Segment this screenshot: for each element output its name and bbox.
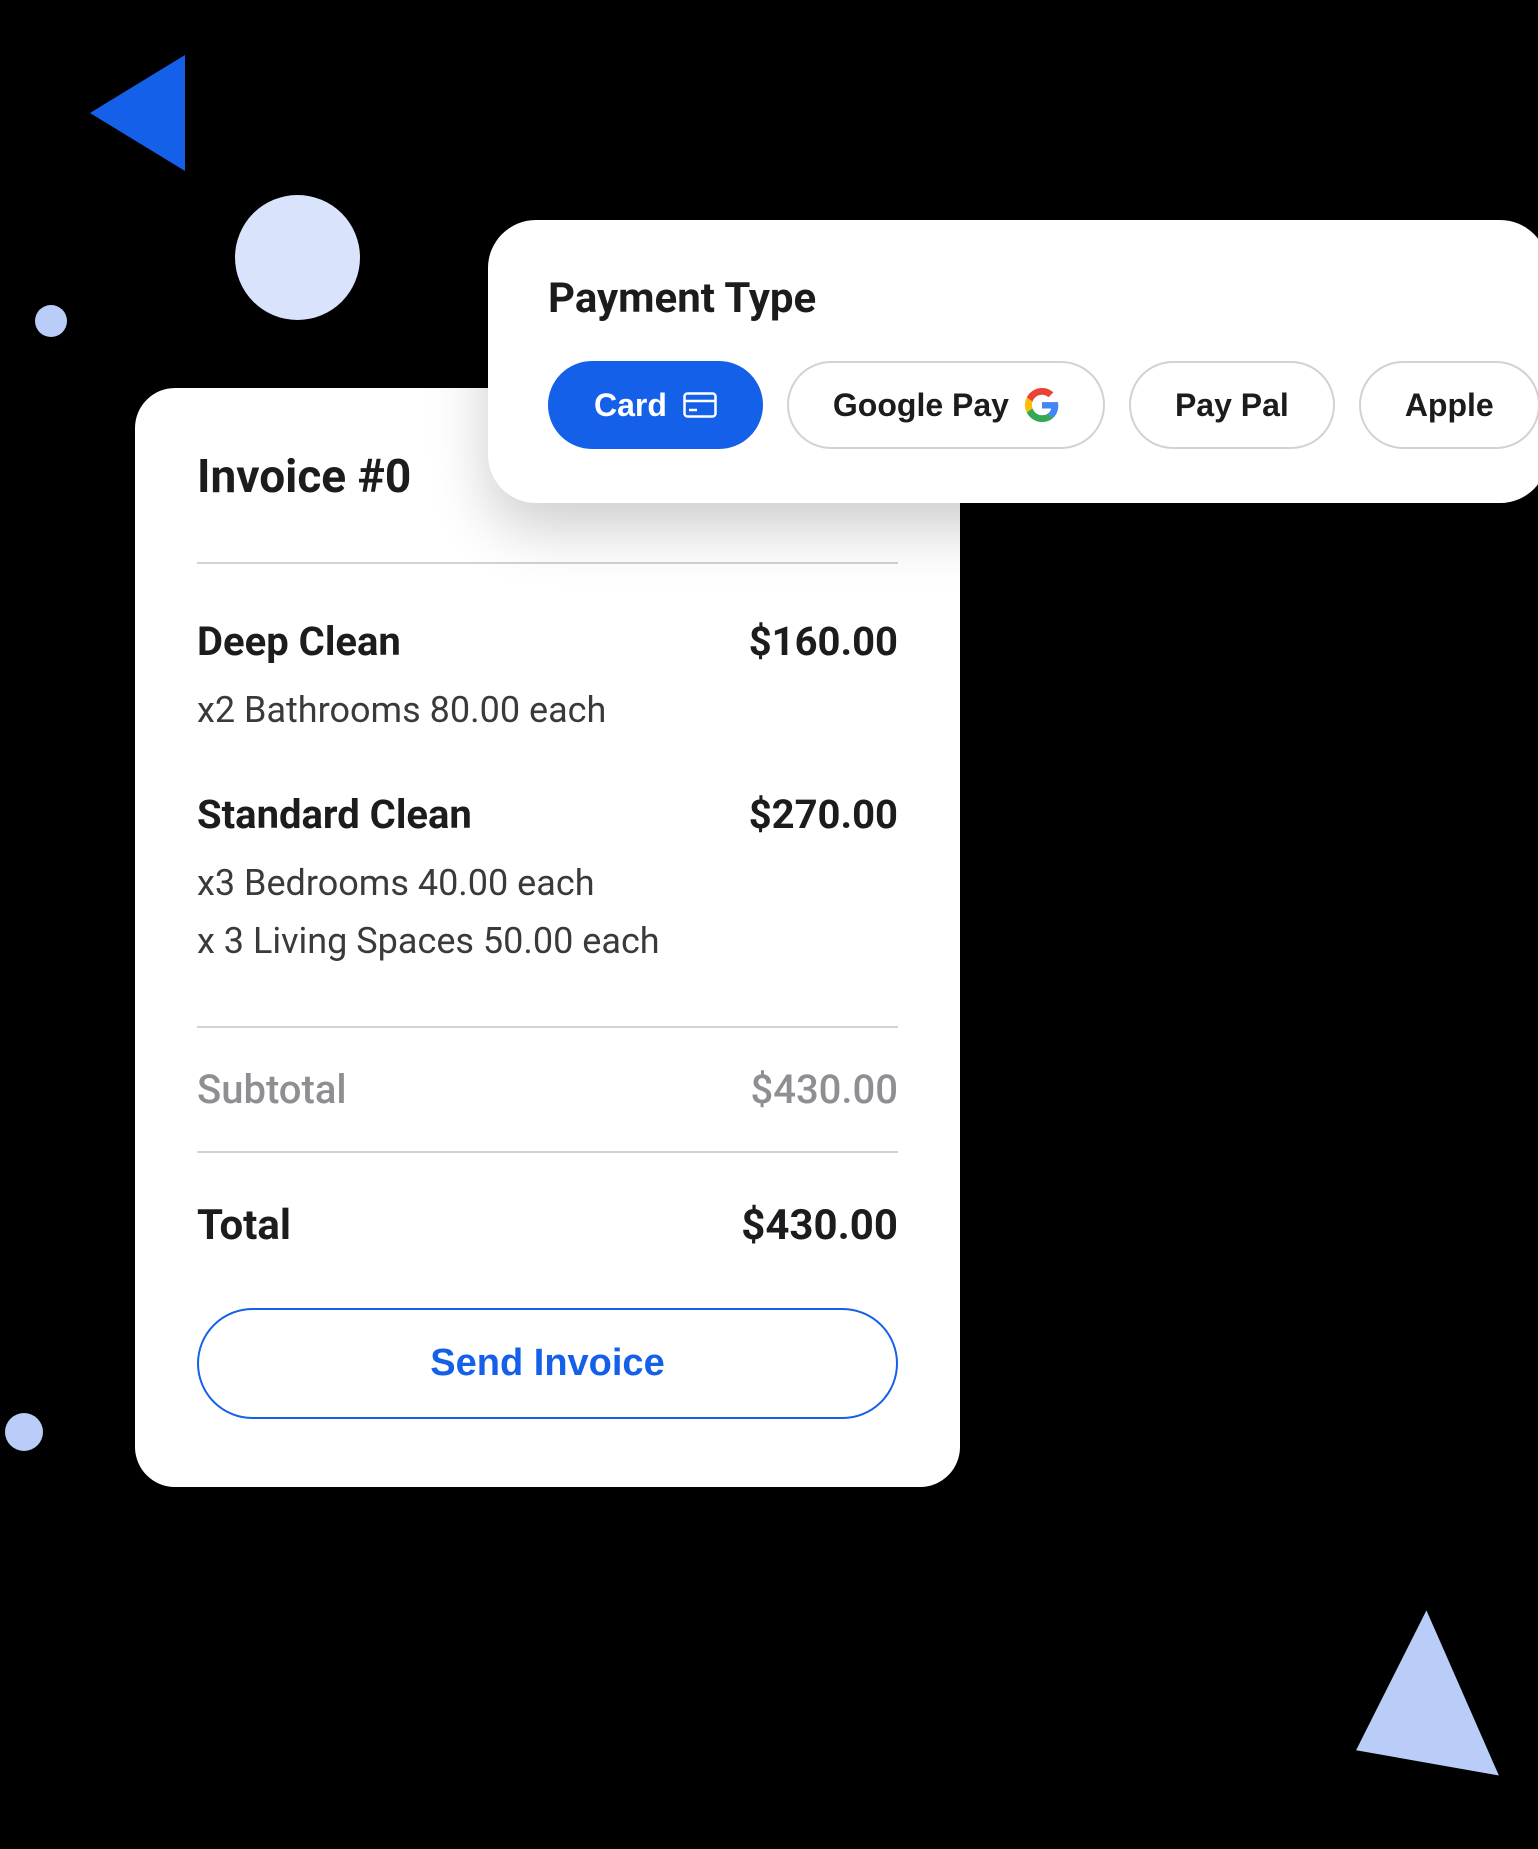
total-row: Total $430.00: [197, 1153, 898, 1308]
payment-option-paypal[interactable]: Pay Pal: [1129, 361, 1335, 449]
payment-option-label: Apple: [1405, 387, 1494, 424]
payment-option-label: Pay Pal: [1175, 387, 1289, 424]
decorative-triangle-top: [90, 55, 185, 171]
line-item-name: Deep Clean: [197, 618, 401, 665]
invoice-card: Invoice #0 Deep Clean $160.00 x2 Bathroo…: [135, 388, 960, 1487]
line-item-header: Deep Clean $160.00: [197, 618, 898, 665]
payment-options: Card Google Pay P: [548, 361, 1538, 449]
send-invoice-button[interactable]: Send Invoice: [197, 1308, 898, 1419]
credit-card-icon: [683, 392, 717, 418]
payment-option-apple[interactable]: Apple: [1359, 361, 1538, 449]
line-item-price: $160.00: [749, 618, 898, 665]
line-item-detail: x 3 Living Spaces 50.00 each: [197, 914, 898, 968]
subtotal-label: Subtotal: [197, 1066, 347, 1113]
line-item: Standard Clean $270.00 x3 Bedrooms 40.00…: [197, 737, 898, 1026]
line-item-header: Standard Clean $270.00: [197, 791, 898, 838]
line-item: Deep Clean $160.00 x2 Bathrooms 80.00 ea…: [197, 564, 898, 737]
payment-type-title: Payment Type: [548, 274, 1538, 323]
payment-option-card[interactable]: Card: [548, 361, 763, 449]
decorative-circle-large: [235, 195, 360, 320]
line-item-name: Standard Clean: [197, 791, 472, 838]
payment-option-google-pay[interactable]: Google Pay: [787, 361, 1105, 449]
subtotal-row: Subtotal $430.00: [197, 1028, 898, 1151]
decorative-circle-small-2: [5, 1413, 43, 1451]
decorative-triangle-bottom: [1356, 1603, 1525, 1776]
line-item-detail: x3 Bedrooms 40.00 each: [197, 856, 898, 910]
total-value: $430.00: [741, 1201, 898, 1250]
line-item-price: $270.00: [749, 791, 898, 838]
google-icon: [1025, 388, 1059, 422]
payment-option-label: Google Pay: [833, 387, 1009, 424]
total-label: Total: [197, 1201, 291, 1250]
payment-type-panel: Payment Type Card Google Pay: [488, 220, 1538, 503]
line-item-detail: x2 Bathrooms 80.00 each: [197, 683, 898, 737]
subtotal-value: $430.00: [750, 1066, 898, 1113]
payment-option-label: Card: [594, 387, 667, 424]
decorative-circle-small-1: [35, 305, 67, 337]
